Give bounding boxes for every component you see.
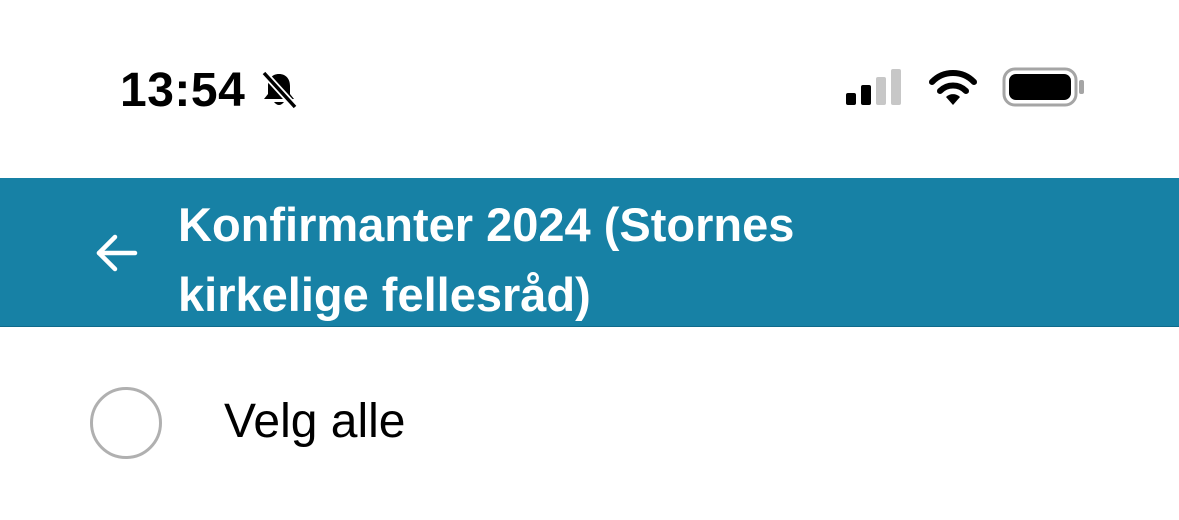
select-all-label: Velg alle [224, 395, 406, 448]
status-time: 13:54 [120, 63, 246, 117]
page-title-line-2: kirkelige fellesråd) [178, 268, 591, 321]
back-button[interactable] [86, 222, 148, 284]
page-title: Konfirmanter 2024 (Stornes kirkelige fel… [178, 190, 1138, 330]
app-header: Konfirmanter 2024 (Stornes kirkelige fel… [0, 178, 1179, 327]
status-right-icons [844, 66, 1086, 108]
battery-icon [1002, 66, 1086, 108]
status-bar: 13:54 [0, 0, 1179, 178]
cellular-signal-icon [844, 67, 904, 107]
arrow-left-icon [96, 234, 138, 272]
wifi-icon [926, 67, 980, 107]
page-title-line-1: Konfirmanter 2024 (Stornes [178, 198, 795, 251]
select-all-row[interactable]: Velg alle [0, 360, 1179, 490]
select-all-checkbox[interactable] [90, 387, 162, 459]
bell-slash-icon [259, 70, 299, 110]
status-time-group: 13:54 [120, 60, 299, 120]
